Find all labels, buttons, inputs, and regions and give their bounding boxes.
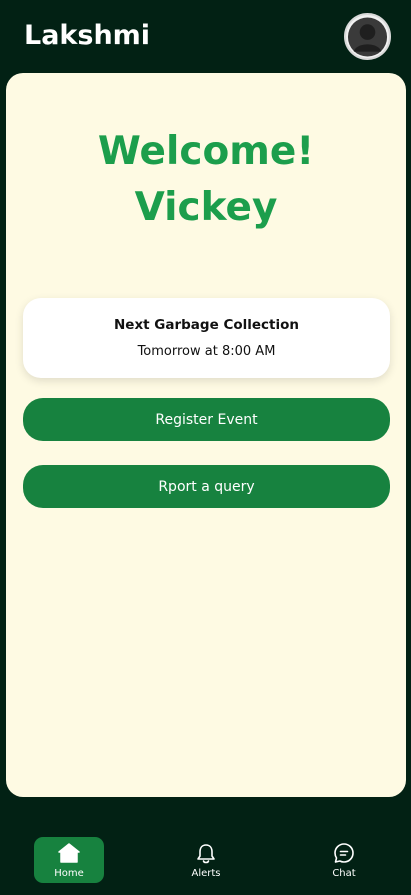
nav-item-home[interactable]: Home: [34, 837, 104, 883]
bottom-navigation: Home Alerts Chat: [0, 820, 411, 895]
garbage-collection-time: Tomorrow at 8:00 AM: [137, 344, 276, 359]
app-title: Lakshmi: [24, 20, 151, 51]
home-icon: [58, 841, 80, 865]
nav-label-chat: Chat: [332, 868, 356, 879]
user-avatar-icon: [347, 16, 388, 57]
nav-item-chat[interactable]: Chat: [309, 837, 379, 883]
register-event-button[interactable]: Register Event: [23, 398, 390, 441]
garbage-collection-card: Next Garbage Collection Tomorrow at 8:00…: [23, 298, 390, 378]
welcome-heading: Welcome!: [97, 129, 315, 174]
bell-icon: [195, 841, 217, 865]
profile-avatar-button[interactable]: [344, 13, 391, 60]
welcome-username: Vickey: [134, 185, 278, 230]
app-header: Lakshmi: [0, 0, 411, 74]
nav-label-alerts: Alerts: [191, 868, 221, 879]
chat-bubble-icon: [333, 841, 355, 865]
home-content-panel: Welcome! Vickey Next Garbage Collection …: [6, 73, 406, 797]
nav-item-alerts[interactable]: Alerts: [171, 837, 241, 883]
garbage-collection-title: Next Garbage Collection: [113, 317, 300, 333]
report-query-button[interactable]: Rport a query: [23, 465, 390, 508]
nav-label-home: Home: [54, 868, 84, 879]
